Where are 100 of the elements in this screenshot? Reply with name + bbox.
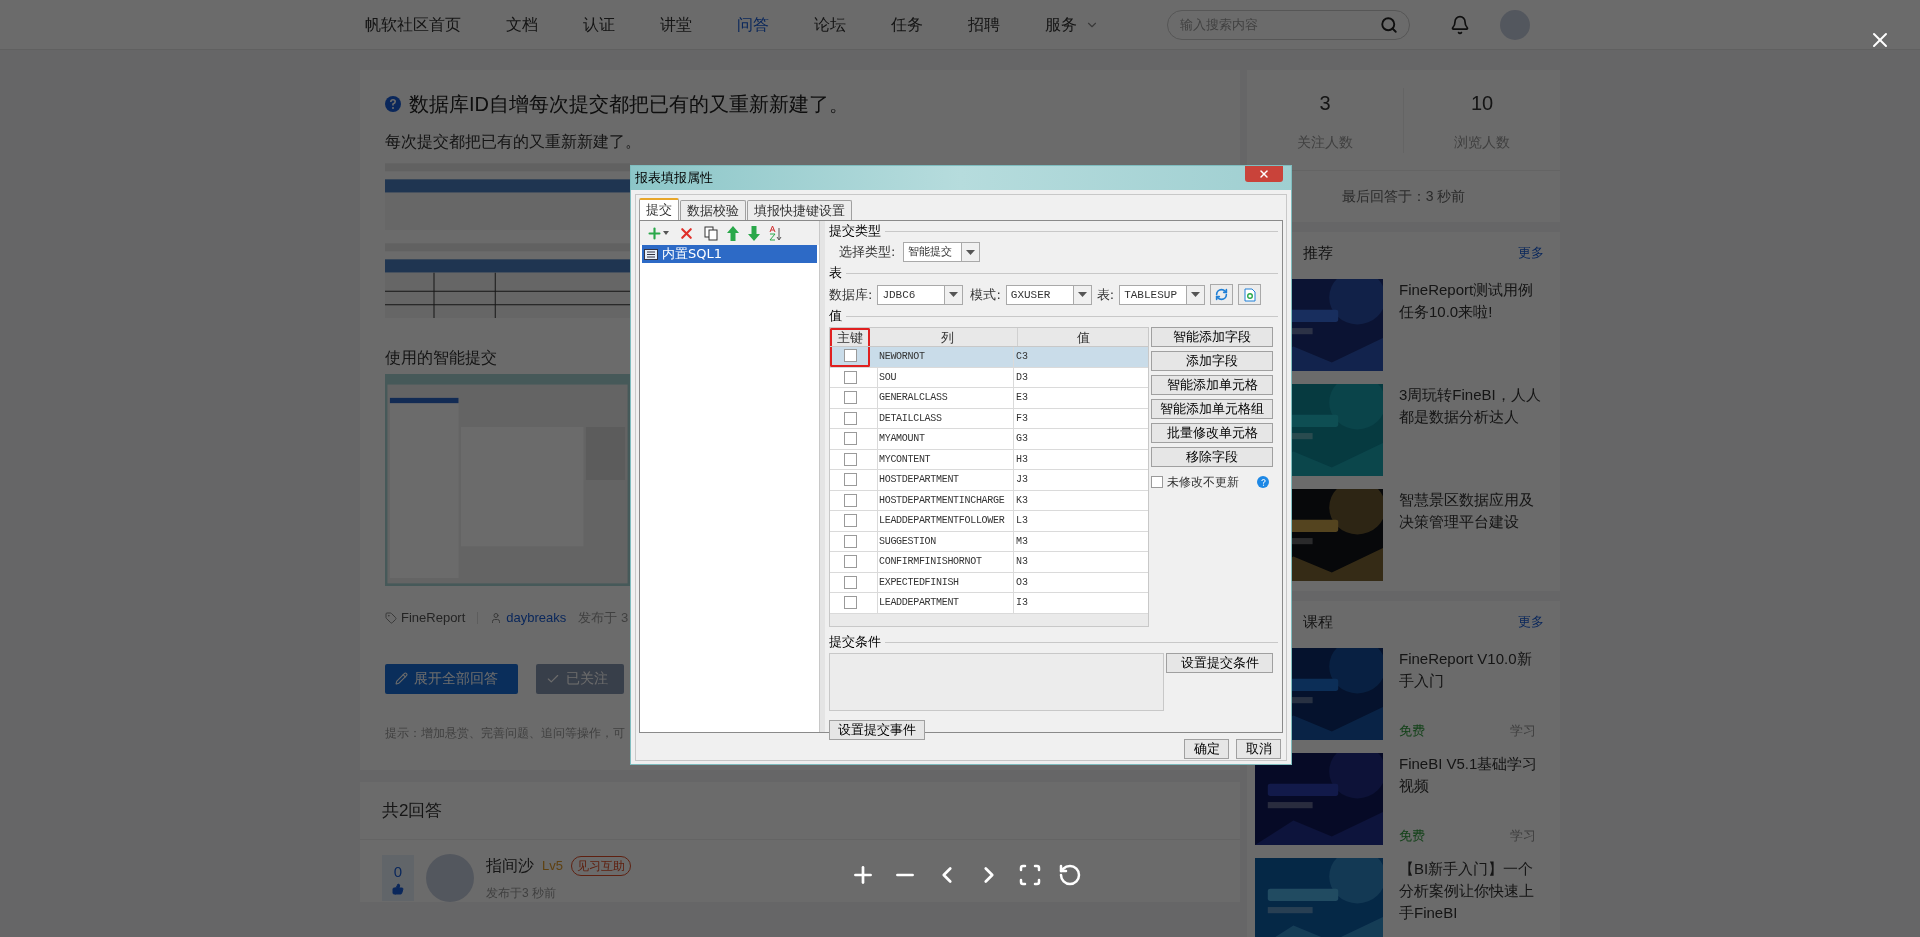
- checkbox[interactable]: [843, 493, 857, 507]
- checkbox-label: 未修改不更新: [1167, 474, 1239, 491]
- tab[interactable]: 提交: [639, 198, 679, 220]
- help-icon[interactable]: [1257, 476, 1269, 488]
- caret-icon: [1072, 285, 1091, 304]
- table-cell-text: I3: [1015, 596, 1029, 610]
- checkbox[interactable]: [843, 411, 857, 425]
- sql-icon: [644, 248, 658, 260]
- table-cell-text: C3: [1015, 350, 1029, 364]
- checkbox[interactable]: [843, 391, 857, 405]
- table-cell: CONFIRMFINISHORNOT: [878, 552, 1014, 572]
- nav-link[interactable]: 服务: [1045, 12, 1099, 37]
- table-row[interactable]: SUGGESTION M3: [830, 531, 1148, 552]
- add-icon[interactable]: [646, 224, 669, 242]
- section-legend: 提交类型: [829, 221, 881, 241]
- field-label: 数据库:: [829, 285, 873, 304]
- table-row[interactable]: LEADDEPARTMENT I3: [830, 593, 1148, 614]
- dialog-button[interactable]: 取消: [1236, 739, 1281, 759]
- stat-value: 3: [1319, 90, 1331, 116]
- action-button[interactable]: 添加字段: [1151, 351, 1273, 371]
- table-row[interactable]: HOSTDEPARTMENT J3: [830, 470, 1148, 491]
- avatar: [426, 854, 474, 902]
- field-label: 模式:: [970, 285, 1001, 304]
- table-row[interactable]: SOU D3: [830, 367, 1148, 388]
- dropdown-field[interactable]: TABLESUP: [1119, 284, 1206, 305]
- event-button[interactable]: 设置提交事件: [829, 720, 925, 740]
- table-cell: SUGGESTION: [878, 531, 1014, 551]
- table-row[interactable]: CONFIRMFINISHORNOT N3: [830, 552, 1148, 573]
- caret-icon: [1186, 285, 1205, 304]
- checkbox[interactable]: [1151, 476, 1163, 488]
- sort-icon[interactable]: [769, 225, 783, 241]
- section-legend: 值: [829, 306, 842, 326]
- table-cell-text: K3: [1015, 493, 1029, 508]
- table-row[interactable]: MYCONTENT H3: [830, 449, 1148, 470]
- image-caption: 使用的智能提交: [385, 348, 497, 368]
- table-cell: NEWORNOT: [878, 347, 1014, 367]
- checkbox[interactable]: [843, 596, 857, 610]
- action-button[interactable]: 批量修改单元格: [1151, 423, 1273, 443]
- dropdown-field[interactable]: JDBC6: [877, 284, 964, 305]
- checkbox[interactable]: [843, 349, 857, 363]
- column-header[interactable]: 列: [878, 328, 1018, 346]
- table-cell: MYAMOUNT: [878, 429, 1014, 449]
- notification-icon[interactable]: [1450, 14, 1470, 35]
- avatar[interactable]: [1500, 9, 1530, 40]
- user-name: 指间沙: [486, 856, 534, 876]
- nav-link[interactable]: 文档: [506, 12, 538, 37]
- thumbs-up-icon: [392, 883, 404, 896]
- action-button[interactable]: 移除字段: [1151, 447, 1273, 467]
- table-row[interactable]: GENERALCLASS E3: [830, 388, 1148, 409]
- refresh-button[interactable]: [1210, 284, 1234, 305]
- checkbox[interactable]: [843, 432, 857, 446]
- table-cell-text: H3: [1015, 452, 1029, 467]
- table-row[interactable]: NEWORNOT C3: [830, 347, 1148, 368]
- table-row[interactable]: MYAMOUNT G3: [830, 429, 1148, 450]
- close-button[interactable]: [1245, 166, 1283, 182]
- table-cell-text: G3: [1015, 432, 1029, 446]
- up-arrow-icon[interactable]: [727, 225, 739, 241]
- table-row[interactable]: DETAILCLASS F3: [830, 408, 1148, 429]
- window-title: 报表填报属性: [635, 169, 713, 188]
- tree-item[interactable]: 内置SQL1: [642, 245, 817, 263]
- preview-button[interactable]: [1238, 284, 1262, 305]
- nav-link[interactable]: 招聘: [968, 12, 1000, 37]
- column-header[interactable]: 值: [1018, 328, 1148, 346]
- checkbox[interactable]: [843, 452, 857, 466]
- down-arrow-icon[interactable]: [748, 225, 760, 241]
- checkbox[interactable]: [843, 575, 857, 589]
- field-label: 表:: [1096, 285, 1115, 304]
- dialog-button[interactable]: 确定: [1184, 739, 1229, 759]
- caret-icon: [961, 243, 980, 261]
- rotate-icon[interactable]: [1058, 863, 1082, 887]
- pencil-icon: [395, 672, 408, 685]
- condition-area[interactable]: [829, 653, 1164, 711]
- table-row[interactable]: EXPECTEDFINISH O3: [830, 572, 1148, 593]
- table-cell: EXPECTEDFINISH: [878, 572, 1014, 592]
- table-cell-text: J3: [1015, 473, 1029, 487]
- question-body: 每次提交都把已有的又重新新建了。: [385, 132, 641, 152]
- dropdown-field[interactable]: GXUSER: [1005, 284, 1092, 305]
- checkbox[interactable]: [843, 555, 857, 569]
- checkbox[interactable]: [843, 514, 857, 528]
- price-label: 免费: [1399, 721, 1425, 740]
- table-row[interactable]: LEADDEPARTMENTFOLLOWER L3: [830, 511, 1148, 532]
- action-button[interactable]: 智能添加字段: [1151, 327, 1273, 347]
- checkbox[interactable]: [843, 473, 857, 487]
- table-row[interactable]: HOSTDEPARTMENTINCHARGE K3: [830, 490, 1148, 511]
- checkbox[interactable]: [843, 370, 857, 384]
- table-cell-text: O3: [1015, 575, 1029, 590]
- action-button[interactable]: 智能添加单元格: [1151, 375, 1273, 395]
- tab[interactable]: 填报快捷键设置: [747, 200, 852, 220]
- stat-value: 10: [1470, 90, 1494, 116]
- table-cell-text: E3: [1015, 391, 1029, 405]
- dropdown-field[interactable]: 智能提交: [903, 242, 981, 262]
- copy-icon[interactable]: [704, 225, 718, 241]
- condition-button[interactable]: 设置提交条件: [1166, 653, 1273, 673]
- price-label: 免费: [1399, 826, 1425, 845]
- search-icon[interactable]: [1380, 15, 1398, 34]
- tab[interactable]: 数据校验: [680, 200, 746, 220]
- fit-icon[interactable]: [1018, 863, 1042, 887]
- nav-link[interactable]: 论坛: [814, 12, 846, 37]
- action-button[interactable]: 智能添加单元格组: [1151, 399, 1273, 419]
- checkbox[interactable]: [843, 534, 857, 548]
